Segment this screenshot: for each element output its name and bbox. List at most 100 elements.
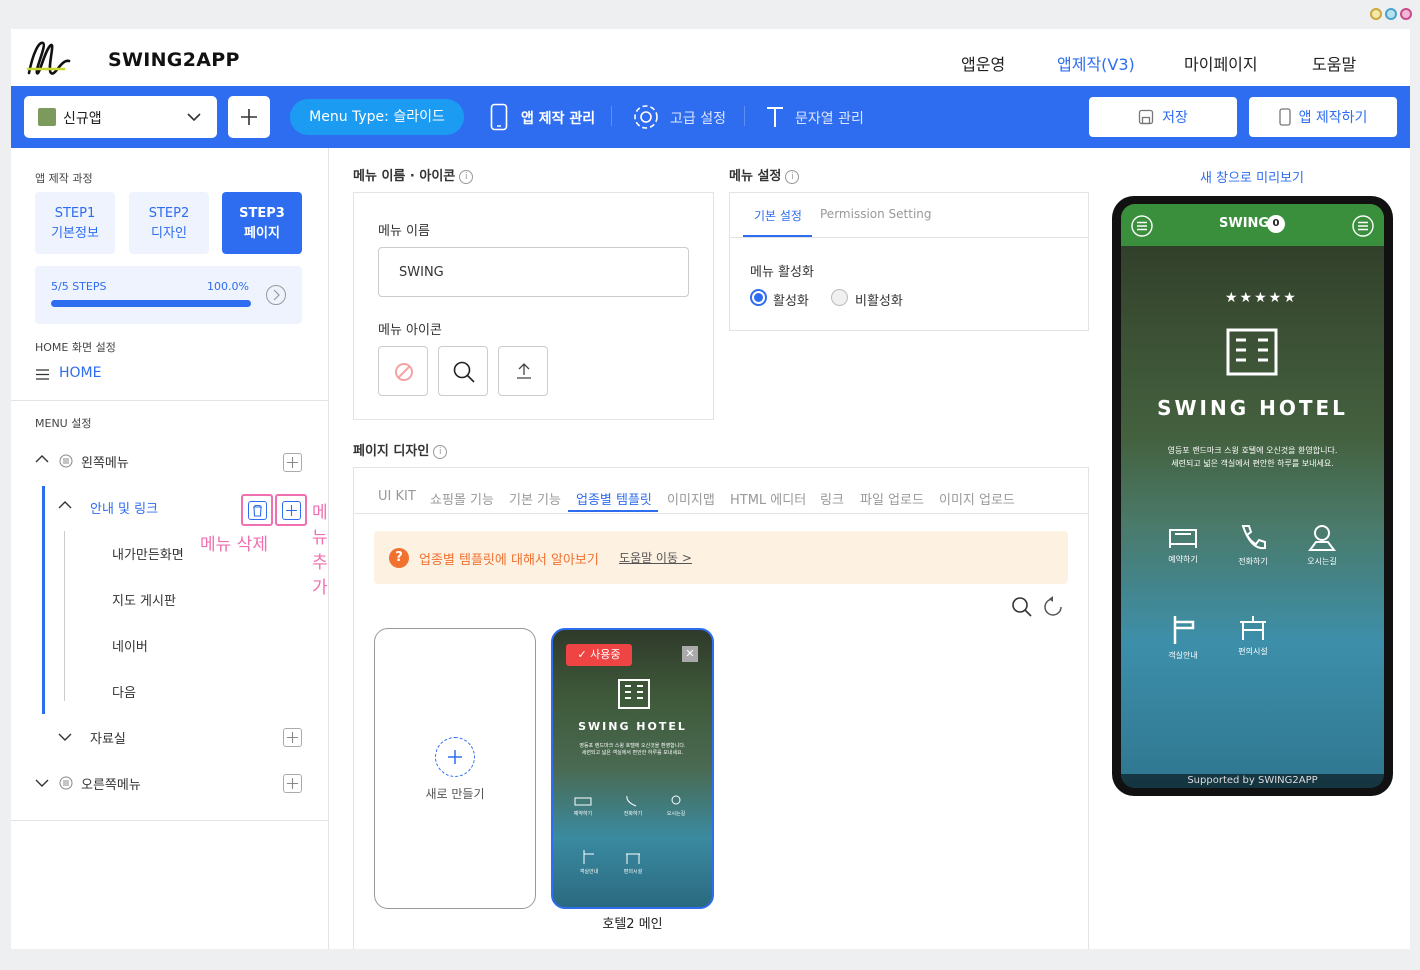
template-name[interactable]: 호텔2 메인 [551,913,714,932]
tab-shopping[interactable]: 쇼핑몰 기능 [430,489,494,508]
add-menu-button[interactable] [282,501,301,520]
step-3-button[interactable]: STEP3 페이지 [222,192,302,254]
left-menu-item[interactable]: 왼쪽메뉴 [81,452,129,471]
save-button[interactable]: 저장 [1089,97,1237,137]
phone-screen: SWING 0 ★★★★★ SWING HOTEL 영등포 랜드마크 스윙 호텔… [1121,204,1384,788]
step-1-button[interactable]: STEP1 기본정보 [35,192,115,254]
in-use-badge: ✓ 사용중 [566,644,632,666]
tab-advanced[interactable]: 고급 설정 [670,108,726,128]
chevron-up-icon[interactable] [58,500,72,510]
info-icon[interactable]: i [433,444,448,459]
room-info-icon-button[interactable]: 객실안내 [1159,612,1207,661]
add-app-button[interactable] [228,96,270,138]
no-icon-button[interactable] [378,346,428,396]
map-pin-icon [1308,525,1336,551]
hotel-template-card[interactable]: ✓ 사용중 ✕ SWING HOTEL 영등포 랜드마크 스윙 호텔에 오신것을… [551,628,714,909]
tab-link[interactable]: 링크 [820,489,844,508]
child-menu-item[interactable]: 지도 게시판 [112,590,176,609]
add-right-menu-button[interactable] [283,774,302,793]
window-controls [1370,8,1412,20]
chevron-up-icon[interactable] [35,454,49,464]
progress-percent: 100.0% [207,280,249,293]
tab-strings[interactable]: 문자열 관리 [795,108,864,128]
tab-basic-settings[interactable]: 기본 설정 [754,207,802,224]
menu-type-pill[interactable]: Menu Type: 슬라이드 [290,99,464,135]
search-icon-button[interactable] [438,346,488,396]
brand-logo-icon[interactable] [25,39,73,79]
icon-label: 전화하기 [1238,557,1268,566]
tab-file-upload[interactable]: 파일 업로드 [860,489,924,508]
progress-box: 5/5 STEPS 100.0% [35,266,302,324]
refresh-icon[interactable] [1041,595,1065,619]
right-menu-item[interactable]: 오른쪽메뉴 [81,774,141,793]
inactive-radio[interactable] [831,289,848,306]
window-dot-icon[interactable] [1385,8,1397,20]
bed-icon [1169,529,1197,548]
tab-app-manage[interactable]: 앱 제작 관리 [521,108,595,128]
plus-icon [286,505,297,516]
nav-mypage[interactable]: 마이페이지 [1184,51,1258,75]
notification-badge[interactable]: 0 [1267,215,1285,233]
guide-links-item[interactable]: 안내 및 링크 [90,498,158,517]
nav-help[interactable]: 도움말 [1312,51,1356,75]
help-link[interactable]: 도움말 이동 > [619,549,692,566]
add-circle-icon [435,737,475,777]
tree-guide-line [64,531,65,701]
close-icon[interactable]: ✕ [682,646,698,662]
search-icon[interactable] [1011,596,1033,618]
door-handle-icon [583,850,594,864]
app-select-value: 신규앱 [63,111,102,127]
menu-circle-icon[interactable] [1131,215,1153,237]
add-archive-button[interactable] [283,728,302,747]
chevron-down-icon[interactable] [35,778,49,788]
chevron-right-circle-icon[interactable] [265,284,287,306]
info-icon[interactable]: i [459,169,474,184]
open-preview-link[interactable]: 새 창으로 미리보기 [1112,167,1392,186]
facility-icon-button[interactable]: 편의시설 [1229,612,1277,657]
call-icon-button[interactable]: 전화하기 [1229,522,1277,567]
directions-icon-button[interactable]: 오시는길 [1298,522,1346,567]
new-template-card[interactable]: 새로 만들기 [374,628,536,909]
app-select[interactable]: 신규앱 [24,96,217,138]
child-menu-item[interactable]: 네이버 [112,636,148,655]
delete-menu-button[interactable] [248,501,267,520]
tab-industry-template[interactable]: 업종별 템플릿 [576,489,652,508]
template-map-icon: 오시는길 [664,794,688,817]
menu-name-input[interactable]: SWING [378,247,689,297]
window-dot-icon[interactable] [1370,8,1382,20]
tab-ui-kit[interactable]: UI KIT [378,489,416,504]
upload-icon-button[interactable] [498,346,548,396]
child-menu-item[interactable]: 내가만든화면 [112,544,184,563]
nav-app-build[interactable]: 앱제작(V3) [1057,51,1135,75]
app-bar-title: SWING [1219,216,1270,231]
tab-permission[interactable]: Permission Setting [820,207,932,221]
active-radio[interactable] [750,289,767,306]
build-app-button[interactable]: 앱 제작하기 [1249,97,1397,137]
menu-settings-box: 기본 설정 Permission Setting 메뉴 활성화 활성화 비활성화 [729,192,1089,331]
archive-item[interactable]: 자료실 [90,728,126,747]
hamburger-icon [36,369,49,380]
icon-label: 객실안내 [1168,651,1198,660]
info-icon[interactable]: i [785,169,800,184]
child-menu-item[interactable]: 다음 [112,682,136,701]
app-thumbnail-icon [38,108,56,126]
home-menu-item[interactable]: HOME [59,365,101,381]
step-2-button[interactable]: STEP2 디자인 [129,192,209,254]
window-dot-icon[interactable] [1400,8,1412,20]
tab-basic-func[interactable]: 기본 기능 [509,489,561,508]
tab-image-upload[interactable]: 이미지 업로드 [939,489,1015,508]
reserve-icon-button[interactable]: 예약하기 [1159,522,1207,565]
nav-app-operate[interactable]: 앱운영 [961,51,1005,75]
door-handle-icon [1173,616,1195,644]
icon-label: 오시는길 [1307,557,1337,566]
phone-preview: SWING 0 ★★★★★ SWING HOTEL 영등포 랜드마크 스윙 호텔… [1112,196,1393,796]
tab-html-editor[interactable]: HTML 에디터 [730,489,806,508]
template-room-icon: 객실안내 [577,848,601,875]
menu-circle-icon[interactable] [1352,215,1374,237]
tab-image-map[interactable]: 이미지맵 [667,489,715,508]
bed-icon [574,797,592,806]
add-left-menu-button[interactable] [283,453,302,472]
brand-name[interactable]: SWING2APP [108,49,240,71]
selected-indicator [42,486,45,714]
chevron-down-icon[interactable] [58,732,72,742]
